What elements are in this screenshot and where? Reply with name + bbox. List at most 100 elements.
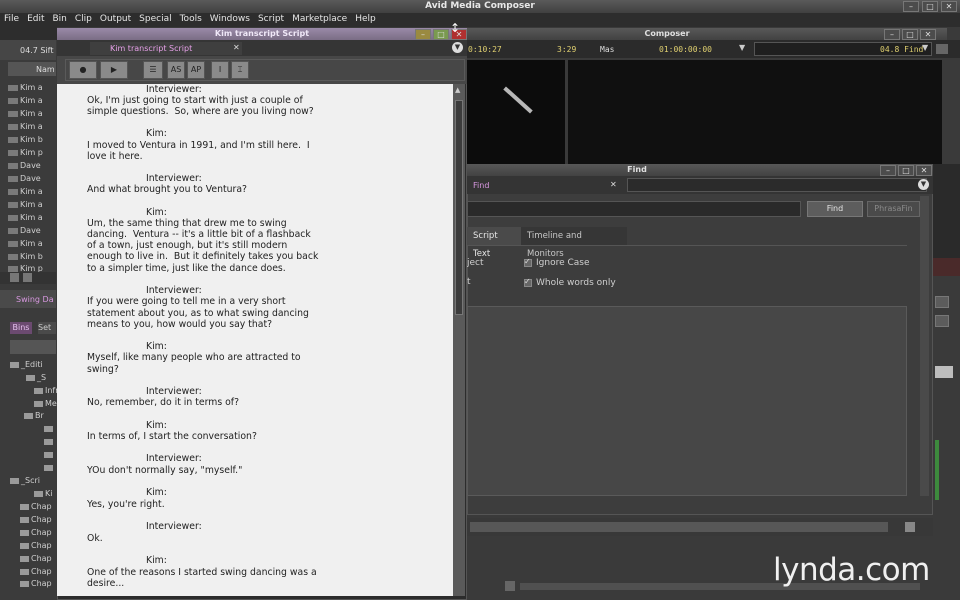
bin-icon: [26, 374, 35, 381]
chevron-down-icon[interactable]: ▼: [922, 43, 928, 52]
menu-script[interactable]: Script: [254, 13, 288, 24]
lift-icon[interactable]: [935, 296, 949, 308]
text-select-icon[interactable]: ⌶: [231, 61, 249, 79]
speaker-name: Kim:: [146, 555, 167, 566]
list-item[interactable]: Dave: [8, 226, 56, 238]
composer-minimize-button[interactable]: –: [884, 29, 900, 40]
menu-output[interactable]: Output: [96, 13, 135, 24]
composer-close-button[interactable]: ✕: [920, 29, 936, 40]
chevron-down-icon[interactable]: ▼: [918, 179, 929, 190]
tab-script-text[interactable]: Script Text: [467, 227, 521, 259]
script-line: enough to live in. But it definitely tak…: [87, 251, 319, 262]
list-item[interactable]: Kim a: [8, 213, 56, 225]
play-button[interactable]: ▶: [100, 61, 128, 79]
bin-icon: [44, 451, 53, 458]
copy-icon[interactable]: [935, 315, 949, 327]
record-monitor[interactable]: [568, 60, 942, 164]
bin-title: 04.7 Sift: [20, 46, 54, 55]
script-scroll-thumb[interactable]: [455, 100, 463, 315]
menu-bin[interactable]: Bin: [49, 13, 71, 24]
menu-windows[interactable]: Windows: [206, 13, 254, 24]
as-button[interactable]: AS: [167, 61, 185, 79]
find-maximize-button[interactable]: □: [898, 165, 914, 176]
list-item[interactable]: Kim a: [8, 187, 56, 199]
track-selector[interactable]: [935, 366, 953, 378]
list-item[interactable]: Kim a: [8, 122, 56, 134]
clip-icon: [8, 201, 18, 208]
ap-button[interactable]: AP: [187, 61, 205, 79]
clip-icon: [8, 227, 18, 234]
speaker-name: Interviewer:: [146, 84, 202, 95]
timecode-label[interactable]: Mas: [600, 45, 614, 54]
tab-settings[interactable]: Set: [38, 322, 56, 334]
list-item[interactable]: Kim a: [8, 239, 56, 251]
find-scrollbar[interactable]: [920, 196, 929, 496]
chevron-down-icon[interactable]: ▼: [452, 42, 463, 53]
script-view-icon[interactable]: ☰: [143, 61, 163, 79]
folder-icon: [20, 516, 29, 523]
folder-icon: [20, 555, 29, 562]
timeline-scrollbar[interactable]: [470, 522, 888, 532]
scroll-up-icon[interactable]: ▲: [455, 86, 460, 94]
find-results-area[interactable]: [467, 306, 907, 496]
close-icon[interactable]: ✕: [233, 43, 240, 52]
minimize-button[interactable]: –: [903, 1, 919, 12]
phrasefind-button[interactable]: PhrasaFin: [867, 201, 920, 217]
tab-bins[interactable]: Bins: [10, 322, 32, 334]
find-option-label: t: [467, 277, 471, 287]
list-item[interactable]: Kim a: [8, 96, 56, 108]
tree-item[interactable]: _Scri: [10, 476, 56, 488]
list-item[interactable]: Kim a: [8, 200, 56, 212]
find-input[interactable]: [467, 201, 801, 217]
list-view-icon[interactable]: [10, 273, 19, 282]
list-item[interactable]: Kim p: [8, 148, 56, 160]
folder-icon: [20, 529, 29, 536]
script-minimize-button[interactable]: –: [415, 29, 431, 40]
menu-marketplace[interactable]: Marketplace: [288, 13, 351, 24]
list-item[interactable]: Kim a: [8, 83, 56, 95]
menu-edit[interactable]: Edit: [23, 13, 48, 24]
menu-tools[interactable]: Tools: [176, 13, 206, 24]
script-line: statement about you, as to what swing da…: [87, 308, 309, 319]
list-item[interactable]: Dave: [8, 174, 56, 186]
close-button[interactable]: ✕: [941, 1, 957, 12]
text-cursor-icon[interactable]: I: [211, 61, 229, 79]
timeline-menu-icon[interactable]: [505, 581, 515, 591]
scroll-right-icon[interactable]: [905, 522, 915, 532]
menu-clip[interactable]: Clip: [71, 13, 96, 24]
menu-help[interactable]: Help: [351, 13, 380, 24]
bin-icon: [44, 438, 53, 445]
timecode-record: 01:00:00:00: [659, 45, 712, 54]
script-line: Ok, I'm just going to start with just a …: [87, 95, 303, 106]
clip-icon: [8, 84, 18, 91]
close-icon[interactable]: ✕: [610, 180, 617, 189]
tree-item[interactable]: _Editi: [10, 360, 56, 372]
script-tab[interactable]: Kim transcript Script ✕: [90, 42, 242, 55]
source-monitor[interactable]: [467, 60, 565, 164]
frame-view-icon[interactable]: [23, 273, 32, 282]
find-tab-bar[interactable]: [627, 178, 927, 192]
composer-menu-icon[interactable]: [936, 44, 948, 54]
clip-icon: [8, 265, 18, 272]
maximize-button[interactable]: □: [922, 1, 938, 12]
list-item[interactable]: Kim a: [8, 109, 56, 121]
list-item[interactable]: Kim b: [8, 252, 56, 264]
bin-icon: [34, 400, 43, 407]
script-line: Um, the same thing that drew me to swing: [87, 218, 287, 229]
script-window-title: Kim transcript Script: [214, 29, 310, 38]
record-button[interactable]: ●: [69, 61, 97, 79]
find-close-button[interactable]: ✕: [916, 165, 932, 176]
find-button[interactable]: Find: [807, 201, 863, 217]
tab-timeline-and-monitors[interactable]: Timeline and Monitors: [521, 227, 627, 259]
chevron-down-icon[interactable]: ▼: [739, 43, 745, 52]
list-item[interactable]: Dave: [8, 161, 56, 173]
menu-file[interactable]: File: [0, 13, 23, 24]
folder-icon: [10, 477, 19, 484]
list-item[interactable]: Kim b: [8, 135, 56, 147]
find-minimize-button[interactable]: –: [880, 165, 896, 176]
project-column-header[interactable]: [10, 340, 56, 354]
find-tab[interactable]: Find ✕: [467, 178, 625, 192]
composer-maximize-button[interactable]: □: [902, 29, 918, 40]
script-maximize-button[interactable]: □: [433, 29, 449, 40]
menu-special[interactable]: Special: [135, 13, 175, 24]
